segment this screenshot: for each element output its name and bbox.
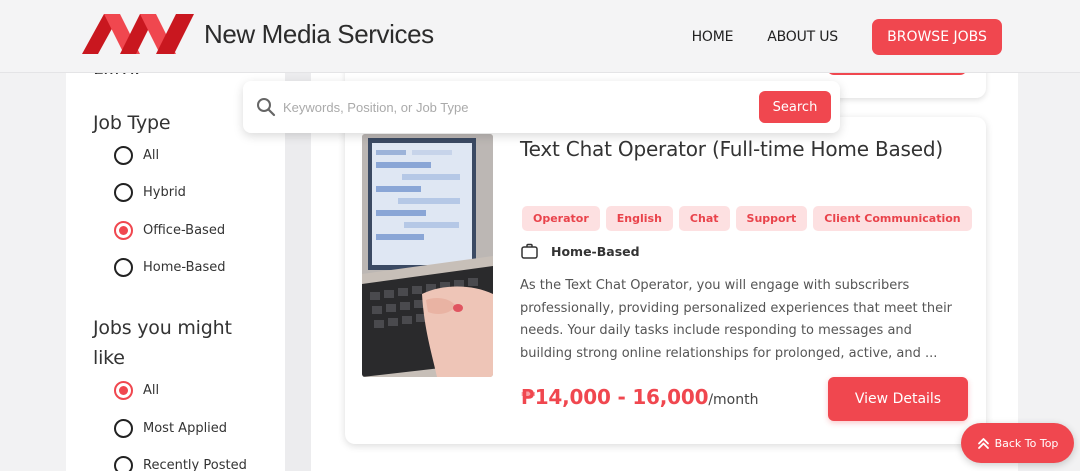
salary-unit: /month: [708, 392, 759, 408]
job-tag: English: [605, 206, 673, 231]
brand-name: New Media Services: [204, 18, 434, 49]
radio-button[interactable]: [114, 183, 133, 202]
salary-amount: ₱14,000 - 16,000: [521, 385, 709, 409]
radio-label: Recently Posted: [143, 458, 247, 471]
radio-button[interactable]: [114, 456, 133, 471]
radio-button[interactable]: [114, 258, 133, 277]
job-tag: Operator: [522, 206, 600, 231]
search-input[interactable]: [283, 94, 753, 120]
radio-job-type-office-based[interactable]: Office-Based: [114, 221, 225, 240]
job-title[interactable]: Text Chat Operator (Full-time Home Based…: [520, 134, 960, 164]
radio-label: Home-Based: [143, 260, 226, 275]
job-description: As the Text Chat Operator, you will enga…: [520, 278, 953, 361]
radio-label: Most Applied: [143, 421, 228, 436]
job-salary: ₱14,000 - 16,000 /month: [521, 385, 758, 409]
radio-suggest-most-applied[interactable]: Most Applied: [114, 419, 227, 438]
job-type-title: Job Type: [93, 112, 171, 134]
double-chevron-up-icon: [977, 437, 989, 449]
search-bar: Search: [243, 81, 840, 133]
job-tag: Support: [735, 206, 808, 231]
job-thumbnail-image: [362, 134, 493, 377]
briefcase-icon: [521, 243, 538, 259]
job-location-type: Home-Based: [521, 243, 640, 259]
search-icon: [257, 98, 276, 117]
job-type-label: Home-Based: [551, 243, 640, 259]
radio-button[interactable]: [114, 419, 133, 438]
radio-label: All: [143, 148, 160, 163]
radio-suggest-recently-posted[interactable]: Recently Posted: [114, 456, 247, 471]
brand-logo[interactable]: New Media Services: [82, 12, 434, 56]
radio-button[interactable]: [114, 146, 133, 165]
job-card: Text Chat Operator (Full-time Home Based…: [345, 117, 986, 444]
radio-label: Office-Based: [143, 223, 226, 238]
job-tag: Chat: [678, 206, 730, 231]
radio-job-type-hybrid[interactable]: Hybrid: [114, 183, 186, 202]
main-nav: HOME ABOUT US BROWSE JOBS: [692, 19, 1002, 55]
jobs-you-might-like-title: Jobs you might like: [93, 317, 232, 369]
browse-jobs-button[interactable]: BROWSE JOBS: [872, 19, 1002, 55]
view-details-button[interactable]: View Details: [828, 377, 968, 421]
logo-mark-icon: [82, 14, 194, 54]
radio-label: Hybrid: [143, 185, 186, 200]
radio-button-selected[interactable]: [114, 381, 133, 400]
radio-suggest-all[interactable]: All: [114, 381, 159, 400]
nav-about-us[interactable]: ABOUT US: [767, 29, 838, 45]
job-tag: Client Communication: [813, 206, 972, 231]
job-tags: Operator English Chat Support Client Com…: [522, 206, 978, 231]
radio-button-selected[interactable]: [114, 221, 133, 240]
search-button[interactable]: Search: [759, 91, 831, 123]
site-header: New Media Services HOME ABOUT US BROWSE …: [0, 0, 1080, 73]
radio-job-type-all[interactable]: All: [114, 146, 159, 165]
back-to-top-label: Back To Top: [994, 436, 1059, 450]
nav-home[interactable]: HOME: [692, 29, 734, 45]
radio-job-type-home-based[interactable]: Home-Based: [114, 258, 226, 277]
back-to-top-button[interactable]: Back To Top: [961, 423, 1074, 463]
radio-label: All: [143, 383, 160, 398]
